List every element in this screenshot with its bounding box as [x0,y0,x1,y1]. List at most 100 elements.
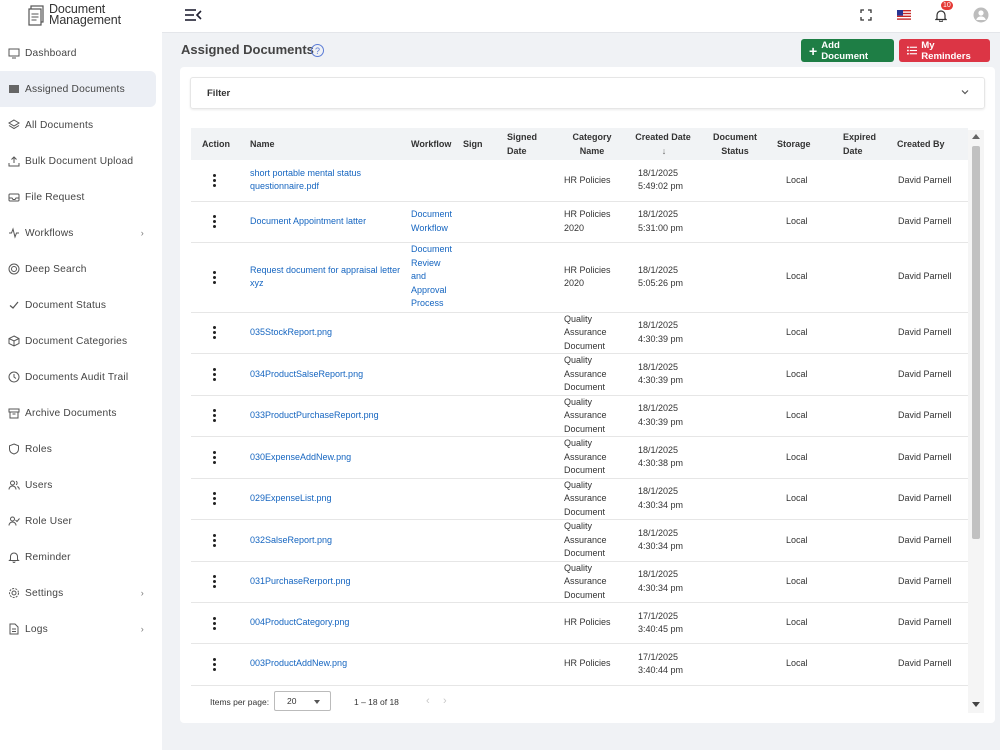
scroll-down-icon[interactable] [972,702,980,707]
workflow-link[interactable] [407,395,459,437]
sidebar-item-document-categories[interactable]: Document Categories [0,323,162,359]
workflow-link[interactable] [407,160,459,202]
fullscreen-icon[interactable] [858,7,874,23]
table-row[interactable]: 034ProductSalseReport.png Quality Assuran… [191,353,968,396]
row-action-menu[interactable] [191,602,246,644]
more-vertical-icon[interactable] [208,409,220,423]
more-vertical-icon[interactable] [208,450,220,464]
row-action-menu[interactable] [191,519,246,562]
sidebar-item-role-user[interactable]: Role User [0,503,162,539]
row-action-menu[interactable] [191,312,246,354]
col-expired-date[interactable]: Expired Date [839,128,893,160]
row-action-menu[interactable] [191,353,246,396]
next-page-button[interactable]: › [443,695,447,707]
table-row[interactable]: 035StockReport.png Quality Assurance Docu… [191,312,968,354]
document-name-link[interactable]: 034ProductSalseReport.png [246,353,407,396]
workflow-link[interactable] [407,519,459,562]
document-name-link[interactable]: 031PurchaseRerport.png [246,561,407,603]
more-vertical-icon[interactable] [208,326,220,340]
document-name-link[interactable]: 032SalseReport.png [246,519,407,562]
table-row[interactable]: 004ProductCategory.png HR Policies 17/1/20… [191,602,968,644]
sidebar-item-bulk-document-upload[interactable]: Bulk Document Upload [0,143,162,179]
document-name-link[interactable]: Request document for appraisal letter xy… [246,242,407,313]
row-action-menu[interactable] [191,478,246,520]
sidebar-item-settings[interactable]: Settings › [0,575,162,611]
sidebar-item-deep-search[interactable]: Deep Search [0,251,162,287]
workflow-link[interactable] [407,353,459,396]
document-name-link[interactable]: 033ProductPurchaseReport.png [246,395,407,437]
sidebar-item-workflows[interactable]: Workflows › [0,215,162,251]
col-sign[interactable]: Sign [459,128,503,160]
col-signed-date[interactable]: Signed Date [503,128,555,160]
row-action-menu[interactable] [191,436,246,479]
table-row[interactable]: 003ProductAddNew.png HR Policies 17/1/2025… [191,643,968,684]
menu-collapse-icon[interactable] [184,7,202,23]
row-action-menu[interactable] [191,561,246,603]
col-name[interactable]: Name [246,128,407,160]
workflow-link[interactable] [407,602,459,644]
sidebar-item-dashboard[interactable]: Dashboard [0,35,162,71]
app-logo[interactable]: Document Management [28,3,121,26]
more-vertical-icon[interactable] [208,215,220,228]
workflow-link[interactable]: Document Review and Approval Process [407,242,459,313]
table-scrollbar[interactable] [968,130,984,713]
workflow-link[interactable]: Document Workflow [407,201,459,243]
sidebar-item-roles[interactable]: Roles [0,431,162,467]
row-action-menu[interactable] [191,160,246,202]
sidebar-item-all-documents[interactable]: All Documents [0,107,162,143]
document-name-link[interactable]: 003ProductAddNew.png [246,643,407,684]
workflow-link[interactable] [407,478,459,520]
table-row[interactable]: 029ExpenseList.png Quality Assurance Docu… [191,478,968,520]
table-row[interactable]: 032SalseReport.png Quality Assurance Docu… [191,519,968,562]
more-vertical-icon[interactable] [208,492,220,506]
sidebar-item-assigned-documents[interactable]: Assigned Documents [0,71,156,107]
sidebar-item-reminder[interactable]: Reminder [0,539,162,575]
document-name-link[interactable]: short portable mental status questionnai… [246,160,407,202]
col-category-name[interactable]: Category Name [555,128,629,160]
sidebar-item-document-status[interactable]: Document Status [0,287,162,323]
col-created-date[interactable]: Created Date ↓ [629,128,697,160]
col-created-by[interactable]: Created By [893,128,968,160]
filter-panel[interactable]: Filter [190,77,985,109]
table-row[interactable]: Request document for appraisal letter xy… [191,242,968,313]
more-vertical-icon[interactable] [208,616,220,630]
workflow-link[interactable] [407,561,459,603]
sidebar-item-documents-audit-trail[interactable]: Documents Audit Trail [0,359,162,395]
user-avatar-icon[interactable] [973,7,989,23]
notification-bell-icon[interactable]: 10 [933,1,953,23]
document-name-link[interactable]: 029ExpenseList.png [246,478,407,520]
workflow-link[interactable] [407,436,459,479]
sidebar-item-users[interactable]: Users [0,467,162,503]
table-row[interactable]: Document Appointment latter Document Work… [191,201,968,243]
col-workflow[interactable]: Workflow [407,128,459,160]
more-vertical-icon[interactable] [208,575,220,589]
scroll-up-icon[interactable] [972,134,980,139]
row-action-menu[interactable] [191,242,246,313]
table-row[interactable]: short portable mental status questionnai… [191,160,968,202]
previous-page-button[interactable]: ‹ [426,695,430,707]
more-vertical-icon[interactable] [208,367,220,381]
more-vertical-icon[interactable] [208,657,220,671]
help-icon[interactable]: ? [311,44,324,57]
table-row[interactable]: 030ExpenseAddNew.png Quality Assurance Do… [191,436,968,479]
document-name-link[interactable]: 035StockReport.png [246,312,407,354]
items-per-page-select[interactable]: 20 [274,691,331,711]
table-row[interactable]: 031PurchaseRerport.png Quality Assurance … [191,561,968,603]
document-name-link[interactable]: Document Appointment latter [246,201,407,243]
row-action-menu[interactable] [191,643,246,684]
workflow-link[interactable] [407,312,459,354]
my-reminders-button[interactable]: My Reminders [899,39,990,62]
col-storage[interactable]: Storage [773,128,839,160]
add-document-button[interactable]: + Add Document [801,39,894,62]
row-action-menu[interactable] [191,201,246,243]
scroll-thumb[interactable] [972,146,980,539]
sidebar-item-archive-documents[interactable]: Archive Documents [0,395,162,431]
more-vertical-icon[interactable] [208,270,220,284]
document-name-link[interactable]: 030ExpenseAddNew.png [246,436,407,479]
us-flag-icon[interactable] [896,7,912,23]
col-document-status[interactable]: Document Status [697,128,773,160]
document-name-link[interactable]: 004ProductCategory.png [246,602,407,644]
row-action-menu[interactable] [191,395,246,437]
sidebar-item-logs[interactable]: Logs › [0,611,162,647]
more-vertical-icon[interactable] [208,173,220,187]
